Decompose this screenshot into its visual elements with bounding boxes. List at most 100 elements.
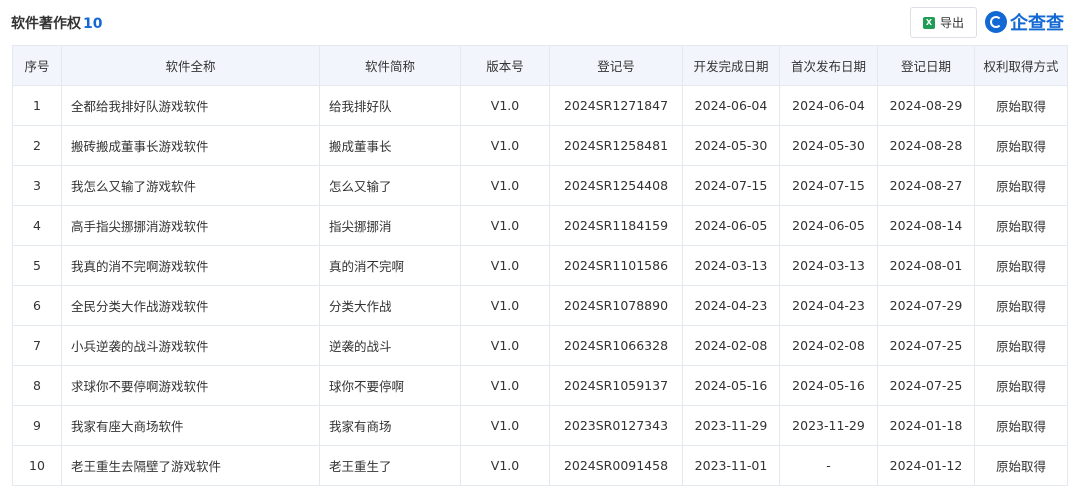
software-full-name: 全民分类大作战游戏软件 (61, 285, 320, 326)
table-row: 6 全民分类大作战游戏软件 分类大作战 V1.0 2024SR1078890 2024-0… (12, 285, 1068, 326)
section-header: 软件著作权 10 X 导出 企查查 (0, 0, 1080, 44)
first-publish-date: 2024-05-30 (779, 125, 878, 166)
column-header: 登记日期 (877, 45, 975, 86)
registration-number: 2024SR1059137 (549, 365, 683, 406)
software-short-name: 我家有商场 (319, 405, 461, 446)
rights-acquisition: 原始取得 (974, 125, 1068, 166)
table-row: 4 高手指尖挪挪消游戏软件 指尖挪挪消 V1.0 2024SR1184159 2024-0… (12, 205, 1068, 246)
table-header-row: 序号 软件全称 软件简称 版本号 登记号 开发完成日期 首次发布日期 登记日期 … (12, 45, 1068, 86)
column-header: 软件简称 (319, 45, 461, 86)
dev-completion-date: 2023-11-29 (682, 405, 780, 446)
software-full-name: 搬砖搬成董事长游戏软件 (61, 125, 320, 166)
software-short-name: 球你不要停啊 (319, 365, 461, 406)
table-row: 7 小兵逆袭的战斗游戏软件 逆袭的战斗 V1.0 2024SR1066328 2024-0… (12, 325, 1068, 366)
rights-acquisition: 原始取得 (974, 365, 1068, 406)
registration-date: 2024-07-25 (877, 325, 975, 366)
software-full-name: 小兵逆袭的战斗游戏软件 (61, 325, 320, 366)
column-header: 开发完成日期 (682, 45, 780, 86)
column-header: 权利取得方式 (974, 45, 1068, 86)
record-count: 10 (83, 16, 103, 32)
rights-acquisition: 原始取得 (974, 85, 1068, 126)
first-publish-date: 2024-02-08 (779, 325, 878, 366)
section-title: 软件著作权 10 (11, 13, 102, 33)
row-index: 7 (12, 325, 62, 366)
registration-number: 2023SR0127343 (549, 405, 683, 446)
registration-date: 2024-08-14 (877, 205, 975, 246)
software-short-name: 怎么又输了 (319, 165, 461, 206)
dev-completion-date: 2023-11-01 (682, 445, 780, 486)
qichacha-logo-icon (985, 11, 1007, 33)
row-index: 5 (12, 245, 62, 286)
version: V1.0 (460, 405, 550, 446)
registration-number: 2024SR1078890 (549, 285, 683, 326)
software-short-name: 逆袭的战斗 (319, 325, 461, 366)
table-row: 1 全都给我排好队游戏软件 给我排好队 V1.0 2024SR1271847 2024-0… (12, 85, 1068, 126)
export-button[interactable]: X 导出 (910, 7, 977, 38)
registration-number: 2024SR1258481 (549, 125, 683, 166)
first-publish-date: 2024-03-13 (779, 245, 878, 286)
table-row: 5 我真的消不完啊游戏软件 真的消不完啊 V1.0 2024SR1101586 2024-… (12, 245, 1068, 286)
rights-acquisition: 原始取得 (974, 285, 1068, 326)
software-short-name: 指尖挪挪消 (319, 205, 461, 246)
first-publish-date: 2024-07-15 (779, 165, 878, 206)
first-publish-date: 2024-04-23 (779, 285, 878, 326)
dev-completion-date: 2024-02-08 (682, 325, 780, 366)
first-publish-date: 2024-06-05 (779, 205, 878, 246)
software-full-name: 老王重生去隔壁了游戏软件 (61, 445, 320, 486)
dev-completion-date: 2024-04-23 (682, 285, 780, 326)
registration-date: 2024-01-18 (877, 405, 975, 446)
software-short-name: 搬成董事长 (319, 125, 461, 166)
table-row: 10 老王重生去隔壁了游戏软件 老王重生了 V1.0 2024SR0091458 2023… (12, 445, 1068, 486)
table-row: 9 我家有座大商场软件 我家有商场 V1.0 2023SR0127343 2023-11-… (12, 405, 1068, 446)
excel-icon: X (922, 16, 935, 29)
row-index: 4 (12, 205, 62, 246)
registration-number: 2024SR1254408 (549, 165, 683, 206)
rights-acquisition: 原始取得 (974, 165, 1068, 206)
version: V1.0 (460, 365, 550, 406)
dev-completion-date: 2024-05-30 (682, 125, 780, 166)
first-publish-date: 2024-06-04 (779, 85, 878, 126)
software-full-name: 求球你不要停啊游戏软件 (61, 365, 320, 406)
version: V1.0 (460, 445, 550, 486)
first-publish-date: 2024-05-16 (779, 365, 878, 406)
registration-date: 2024-08-28 (877, 125, 975, 166)
software-full-name: 我真的消不完啊游戏软件 (61, 245, 320, 286)
column-header: 序号 (12, 45, 62, 86)
software-full-name: 全都给我排好队游戏软件 (61, 85, 320, 126)
column-header: 首次发布日期 (779, 45, 878, 86)
software-short-name: 分类大作战 (319, 285, 461, 326)
version: V1.0 (460, 205, 550, 246)
table-row: 8 求球你不要停啊游戏软件 球你不要停啊 V1.0 2024SR1059137 2024-… (12, 365, 1068, 406)
version: V1.0 (460, 165, 550, 206)
version: V1.0 (460, 285, 550, 326)
dev-completion-date: 2024-06-05 (682, 205, 780, 246)
row-index: 6 (12, 285, 62, 326)
registration-date: 2024-08-29 (877, 85, 975, 126)
registration-date: 2024-01-12 (877, 445, 975, 486)
dev-completion-date: 2024-07-15 (682, 165, 780, 206)
brand-name: 企查查 (1010, 13, 1064, 34)
dev-completion-date: 2024-03-13 (682, 245, 780, 286)
rights-acquisition: 原始取得 (974, 325, 1068, 366)
registration-number: 2024SR1271847 (549, 85, 683, 126)
software-copyright-table: 序号 软件全称 软件简称 版本号 登记号 开发完成日期 首次发布日期 登记日期 … (12, 45, 1068, 486)
version: V1.0 (460, 125, 550, 166)
registration-number: 2024SR0091458 (549, 445, 683, 486)
registration-number: 2024SR1101586 (549, 245, 683, 286)
first-publish-date: 2023-11-29 (779, 405, 878, 446)
export-label: 导出 (939, 16, 964, 30)
registration-date: 2024-08-01 (877, 245, 975, 286)
table-row: 2 搬砖搬成董事长游戏软件 搬成董事长 V1.0 2024SR1258481 2024-0… (12, 125, 1068, 166)
software-short-name: 给我排好队 (319, 85, 461, 126)
software-full-name: 我怎么又输了游戏软件 (61, 165, 320, 206)
brand-logo: 企查查 (985, 9, 1064, 35)
registration-date: 2024-07-29 (877, 285, 975, 326)
registration-number: 2024SR1066328 (549, 325, 683, 366)
rights-acquisition: 原始取得 (974, 405, 1068, 446)
rights-acquisition: 原始取得 (974, 205, 1068, 246)
section-title-text: 软件著作权 (11, 16, 81, 32)
column-header: 软件全称 (61, 45, 320, 86)
rights-acquisition: 原始取得 (974, 445, 1068, 486)
table-row: 3 我怎么又输了游戏软件 怎么又输了 V1.0 2024SR1254408 2024-07… (12, 165, 1068, 206)
registration-date: 2024-08-27 (877, 165, 975, 206)
